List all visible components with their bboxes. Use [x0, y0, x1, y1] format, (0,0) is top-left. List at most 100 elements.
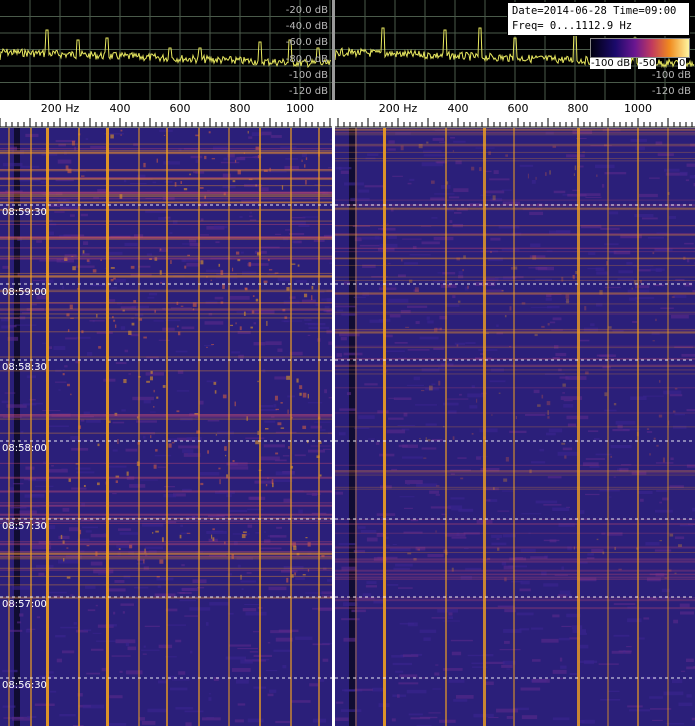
activity-speck — [120, 134, 122, 136]
noise — [469, 405, 478, 409]
noise — [234, 719, 244, 723]
noise — [600, 227, 620, 230]
noise — [340, 709, 362, 712]
carrier-line — [383, 128, 386, 726]
noise — [96, 640, 116, 642]
noise — [686, 163, 695, 167]
noise — [401, 456, 423, 459]
noise — [409, 254, 431, 256]
noise — [609, 496, 612, 498]
noise — [239, 216, 243, 218]
carrier-line — [667, 128, 669, 726]
noise — [307, 449, 325, 453]
activity-speck — [120, 129, 123, 132]
activity-speck — [110, 134, 114, 139]
noise — [249, 211, 252, 214]
activity-speck — [302, 425, 307, 430]
noise — [649, 696, 663, 699]
noise — [654, 509, 673, 513]
noise — [552, 717, 570, 721]
noise — [399, 496, 415, 498]
noise — [655, 462, 674, 464]
noise — [563, 403, 574, 408]
noise — [158, 339, 170, 341]
frequency-axis-left: 200 Hz 400 600 800 1000 — [0, 100, 332, 128]
activity-speck — [471, 166, 475, 171]
noise — [403, 507, 413, 509]
activity-speck — [70, 393, 72, 396]
noise — [545, 298, 552, 301]
activity-speck — [452, 150, 454, 152]
noise — [435, 664, 439, 666]
noise — [559, 590, 571, 595]
noise — [249, 651, 259, 653]
noise — [613, 634, 630, 637]
activity-speck — [247, 130, 249, 134]
noise — [520, 687, 541, 691]
noise — [156, 577, 174, 581]
noise — [245, 437, 265, 439]
noise — [311, 492, 318, 497]
activity-speck — [287, 409, 289, 414]
noise — [237, 703, 246, 706]
frequency-tick-label: 800 — [568, 102, 589, 115]
noise — [567, 193, 587, 197]
waterfall-left: 08:59:30 08:59:00 08:58:30 08:58:00 08:5… — [0, 128, 332, 726]
colorbar-gradient — [590, 38, 690, 58]
noise — [68, 527, 79, 532]
noise — [354, 688, 373, 691]
noise — [559, 657, 563, 662]
activity-speck — [252, 295, 255, 298]
activity-speck — [565, 294, 570, 299]
activity-speck — [200, 260, 204, 265]
noise — [141, 649, 160, 651]
activity-speck — [291, 263, 296, 265]
noise — [73, 622, 78, 625]
noise — [283, 565, 304, 570]
frequency-axis-right: 200 Hz 400 600 800 1000 — [335, 100, 695, 128]
noise — [557, 451, 580, 456]
activity-speck — [218, 467, 221, 470]
noise — [89, 320, 105, 322]
noise — [590, 323, 595, 327]
noise — [448, 196, 460, 199]
noise — [147, 708, 168, 713]
frequency-tick-label: 600 — [170, 102, 191, 115]
activity-speck — [421, 390, 425, 392]
carrier-line — [483, 128, 486, 726]
activity-speck — [113, 277, 116, 280]
noise — [467, 393, 486, 398]
noise — [253, 322, 257, 325]
noise — [157, 585, 162, 588]
noise — [395, 670, 404, 673]
noise — [179, 599, 197, 602]
noise — [629, 281, 632, 284]
noise — [134, 586, 149, 589]
noise — [434, 672, 440, 676]
activity-speck — [562, 383, 566, 387]
noise — [386, 583, 399, 586]
noise — [109, 695, 123, 699]
noise — [85, 585, 96, 589]
noise — [280, 146, 297, 148]
noise — [1, 325, 14, 329]
activity-speck — [669, 533, 674, 537]
noise — [615, 420, 636, 425]
noise — [36, 616, 41, 619]
noise — [163, 161, 181, 165]
noise — [305, 592, 324, 594]
noise — [427, 554, 444, 558]
noise — [339, 408, 356, 411]
activity-speck — [405, 326, 410, 328]
activity-speck — [293, 545, 297, 551]
noise — [164, 180, 173, 183]
noise — [430, 506, 452, 509]
noise — [530, 556, 548, 559]
noise — [499, 649, 521, 651]
noise — [674, 536, 685, 540]
noise — [12, 586, 30, 590]
noise — [148, 292, 158, 296]
activity-speck — [307, 393, 309, 399]
noise — [274, 459, 287, 462]
noise — [685, 658, 694, 663]
